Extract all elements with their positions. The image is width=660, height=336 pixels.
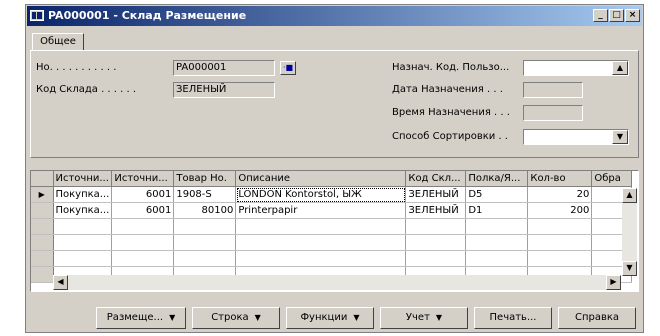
table-cell[interactable]: Printerpapir — [235, 202, 407, 219]
general-panel: Но. . . . . . . . . . . PA000001 ·■ Код … — [30, 50, 639, 158]
close-button[interactable]: × — [625, 9, 640, 22]
row-selector-header — [31, 171, 54, 187]
column-header[interactable]: Кол-во — [527, 171, 593, 187]
assignment-time-label: Время Назначения . . . — [392, 107, 510, 118]
row-selector[interactable] — [31, 266, 54, 283]
column-header[interactable]: Описание — [235, 171, 407, 187]
assignment-date-label: Дата Назначения . . . — [392, 84, 503, 95]
dropdown-arrow-icon: ▼ — [435, 313, 443, 322]
assignment-date-field[interactable] — [523, 82, 583, 98]
table-cell[interactable]: D5 — [465, 186, 529, 203]
column-header[interactable]: Обра — [591, 171, 633, 187]
title-bar[interactable]: PA000001 - Склад Размещение _ □ × — [27, 6, 642, 26]
column-header[interactable]: Полка/Я... — [465, 171, 529, 187]
assignment-time-field[interactable] — [523, 105, 583, 121]
horizontal-scrollbar[interactable]: ◀ ▶ — [53, 275, 621, 290]
tab-general[interactable]: Общее — [32, 33, 84, 51]
placement-menu-button[interactable]: Размеще... ▼ — [96, 307, 186, 329]
scroll-left-icon[interactable]: ◀ — [53, 275, 68, 290]
window-title: PA000001 - Склад Размещение — [48, 9, 247, 22]
table-cell[interactable]: 6001 — [111, 186, 175, 203]
dropdown-arrow-icon: ▼ — [169, 313, 176, 322]
register-menu-button[interactable]: Учет ▼ — [380, 307, 468, 329]
table-row[interactable]: Покупка... 6001 80100 Printerpapir ЗЕЛЕН… — [31, 202, 633, 219]
column-header[interactable]: Источни... — [53, 171, 113, 187]
table-row[interactable] — [31, 250, 633, 267]
line-menu-button[interactable]: Строка ▼ — [192, 307, 280, 329]
column-header[interactable]: Товар Но. — [173, 171, 237, 187]
vertical-scrollbar[interactable]: ▲ ▼ — [622, 188, 637, 276]
row-selector[interactable] — [31, 218, 54, 235]
print-button[interactable]: Печать... — [474, 307, 552, 329]
no-assist-button[interactable]: ·■ — [280, 61, 296, 75]
row-selector[interactable] — [31, 202, 54, 219]
table-cell[interactable]: Покупка... — [53, 186, 113, 203]
table-row[interactable] — [31, 234, 633, 251]
assigned-user-label: Назнач. Код. Пользо... — [392, 62, 510, 73]
row-selector[interactable] — [31, 234, 54, 251]
table-cell[interactable]: LONDON Kontorstol, ЫЖ — [235, 186, 407, 203]
row-selector[interactable] — [31, 250, 54, 267]
window-app-icon — [30, 10, 44, 21]
table-cell[interactable]: ЗЕЛЕНЫЙ — [405, 186, 467, 203]
table-cell[interactable]: 1908-S — [173, 186, 237, 203]
window: PA000001 - Склад Размещение _ □ × Общее … — [25, 4, 644, 333]
no-field[interactable]: PA000001 — [173, 60, 275, 76]
dropdown-arrow-icon: ▼ — [254, 313, 261, 322]
arrow-up-icon[interactable]: ▲ — [612, 61, 628, 75]
dropdown-arrow-icon: ▼ — [353, 313, 360, 322]
table-cell[interactable]: D1 — [465, 202, 529, 219]
current-row-arrow-icon[interactable]: ▶ — [31, 186, 54, 203]
chevron-down-icon[interactable]: ▼ — [612, 130, 628, 144]
table-cell[interactable]: 80100 — [173, 202, 237, 219]
location-code-label: Код Склада . . . . . . — [36, 84, 137, 95]
table-row[interactable] — [31, 218, 633, 235]
lines-grid: Источни... Источни... Товар Но. Описание… — [31, 171, 633, 283]
scroll-right-icon[interactable]: ▶ — [606, 275, 621, 290]
table-cell[interactable]: 6001 — [111, 202, 175, 219]
table-cell[interactable]: 200 — [527, 202, 593, 219]
maximize-button[interactable]: □ — [609, 9, 624, 22]
location-code-field[interactable]: ЗЕЛЕНЫЙ — [173, 82, 275, 98]
table-row[interactable]: ▶ Покупка... 6001 1908-S LONDON Kontorst… — [31, 186, 633, 203]
column-header[interactable]: Код Скл... — [405, 171, 467, 187]
lines-table: Источни... Источни... Товар Но. Описание… — [30, 170, 639, 292]
sorting-method-label: Способ Сортировки . . — [392, 131, 508, 142]
help-button[interactable]: Справка — [558, 307, 636, 329]
scroll-down-icon[interactable]: ▼ — [622, 261, 637, 276]
minimize-button[interactable]: _ — [593, 9, 608, 22]
column-header[interactable]: Источни... — [111, 171, 175, 187]
functions-menu-button[interactable]: Функции ▼ — [286, 307, 374, 329]
table-cell[interactable]: ЗЕЛЕНЫЙ — [405, 202, 467, 219]
sorting-method-select[interactable]: ▼ — [523, 129, 629, 145]
table-cell[interactable]: 20 — [527, 186, 593, 203]
assigned-user-field[interactable]: ▲ — [523, 60, 629, 76]
scroll-up-icon[interactable]: ▲ — [622, 188, 637, 203]
table-header-row: Источни... Источни... Товар Но. Описание… — [31, 171, 633, 187]
no-label: Но. . . . . . . . . . . — [36, 62, 117, 73]
table-cell[interactable]: Покупка... — [53, 202, 113, 219]
